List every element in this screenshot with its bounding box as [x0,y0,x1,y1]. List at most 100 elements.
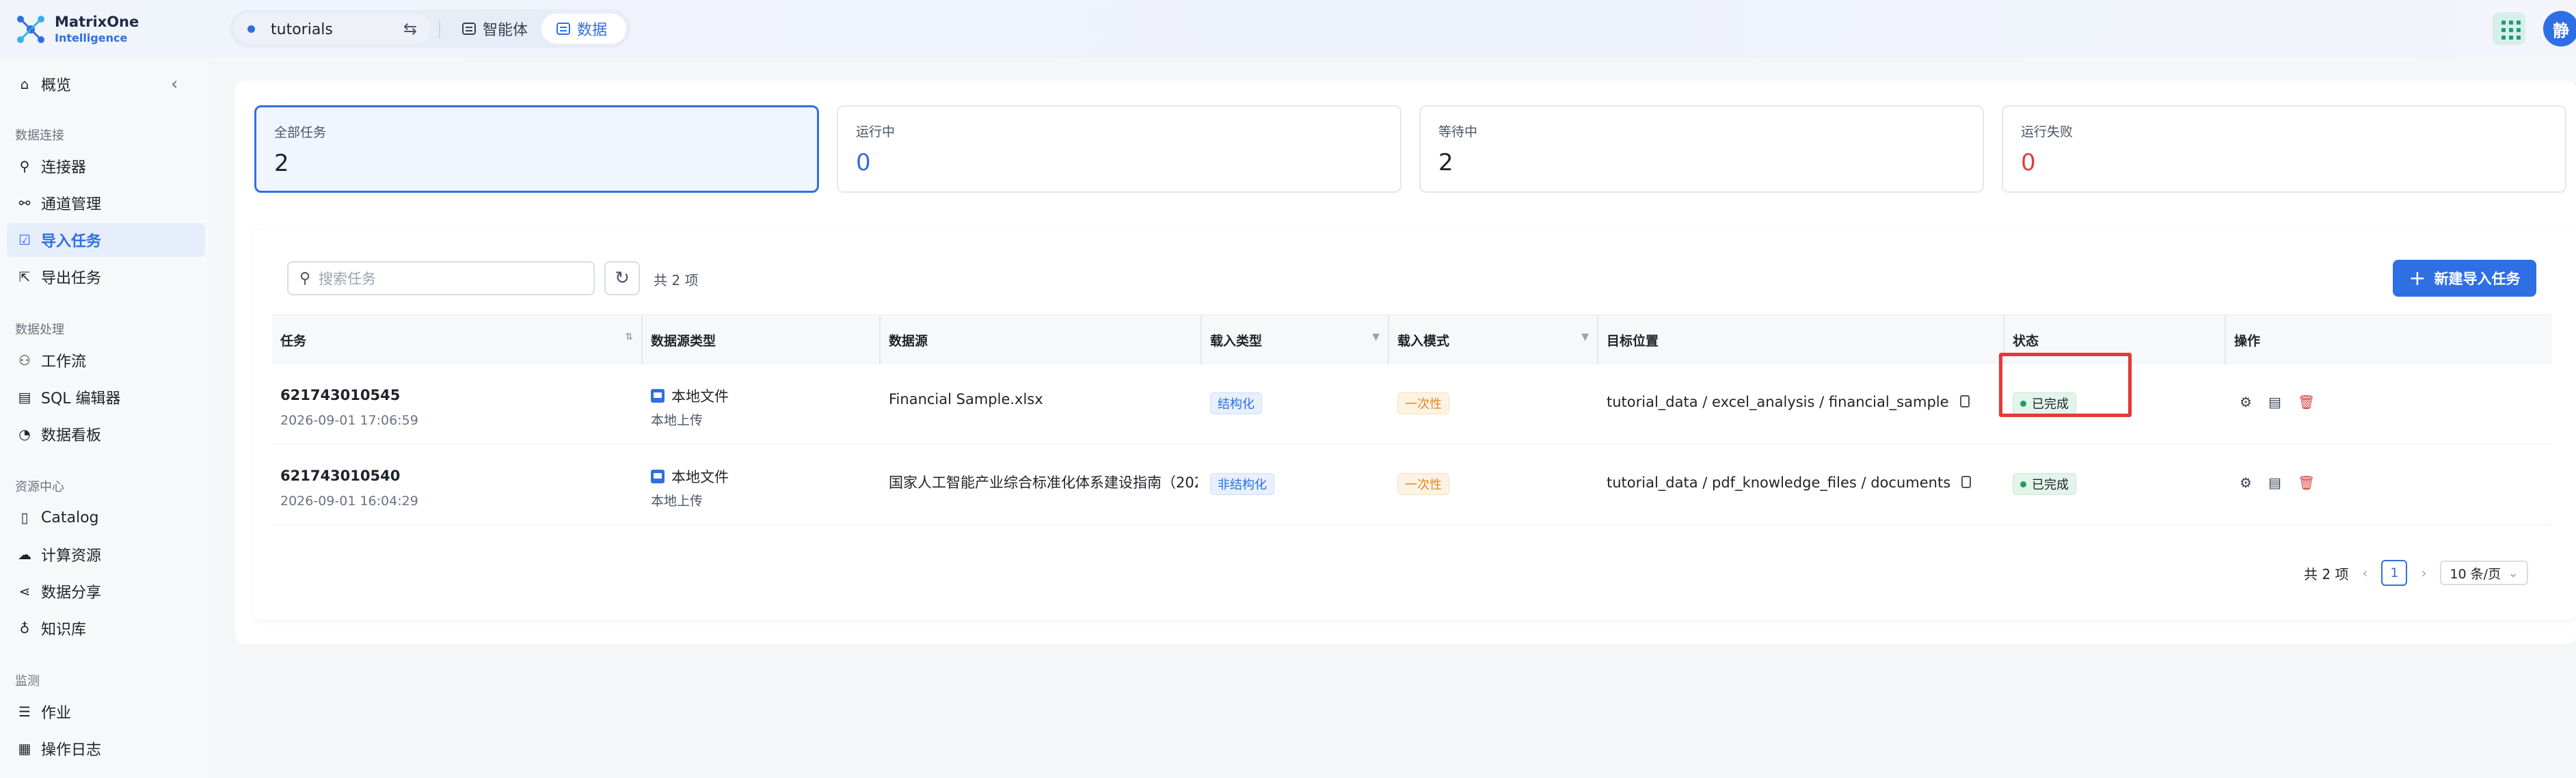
swap-icon[interactable]: ⇆ [403,19,417,38]
sidebar-item-export-tasks[interactable]: ⇱ 导出任务 [7,260,205,294]
source-subtype: 本地上传 [651,494,703,509]
source-type: 本地文件 [651,466,729,487]
sidebar-group-data-connect: 数据连接 [15,129,64,143]
column-header-label: 数据源 [889,333,928,349]
tab-agent-label: 智能体 [483,22,528,39]
sidebar-item-label: 计算资源 [41,548,102,565]
sidebar-item-workflow[interactable]: ⚇ 工作流 [7,343,205,377]
sidebar-item-operation-log[interactable]: ▦ 操作日志 [7,732,205,766]
sidebar-item-data-share[interactable]: ⋖ 数据分享 [7,574,205,608]
brand-subtitle: Intelligence [55,31,128,44]
source-type-label: 本地文件 [671,388,729,405]
stat-value: 2 [274,150,289,177]
new-import-task-label: 新建导入任务 [2434,271,2521,287]
document-icon[interactable]: ▤ [2268,394,2281,410]
document-icon[interactable]: ▤ [2268,474,2281,491]
sidebar-item-label: 概览 [41,77,72,94]
top-bar: MatrixOne Intelligence tutorials ⇆ 智能体 数… [0,0,2576,57]
stat-card-waiting[interactable]: 等待中 2 [1419,105,1984,193]
brand-name: MatrixOne [55,14,139,30]
apps-grid-icon[interactable] [2493,12,2525,45]
sidebar-item-label: 数据分享 [41,585,102,602]
column-header-label: 数据源类型 [651,333,716,349]
sidebar-item-dashboard[interactable]: ◔ 数据看板 [7,417,205,451]
search-icon: ⚲ [299,270,311,287]
search-input[interactable] [319,269,585,289]
stat-value: 0 [2021,149,2036,176]
total-count: 共 2 项 [654,272,699,289]
stat-label: 全部任务 [274,125,327,140]
column-header-source: 数据源 [881,315,1202,364]
next-page-icon[interactable]: › [2421,565,2426,581]
delete-trash-icon[interactable]: 🗑 [2298,474,2315,491]
task-id[interactable]: 621743010545 [280,387,400,403]
page-number-button[interactable]: 1 [2381,560,2408,586]
stat-label: 运行中 [856,124,896,139]
prev-page-icon[interactable]: ‹ [2362,565,2367,581]
task-id[interactable]: 621743010540 [280,468,400,484]
sidebar-item-connectors[interactable]: ⚲ 连接器 [7,149,205,183]
filter-icon[interactable]: ▼ [1581,332,1589,343]
page-size-select[interactable]: 10 条/页 ⌄ [2440,561,2528,585]
collapse-sidebar-icon[interactable]: ‹ [171,74,178,94]
nav-divider [439,21,440,38]
sort-icon[interactable]: ⇅ [625,332,633,343]
column-header-label: 载入类型 [1210,333,1263,349]
plus-icon: + [2409,266,2426,291]
target-path-text: tutorial_data / excel_analysis / financi… [1607,394,1949,410]
delete-trash-icon[interactable]: 🗑 [2298,394,2315,410]
stat-card-all-tasks[interactable]: 全部任务 2 [254,105,819,193]
table-header: 任务 ⇅ 数据源类型 数据源 载入类型 ▼ 载入模式 ▼ 目标位置 状态 操作 [272,314,2551,364]
table-row[interactable]: 621743010545 2026-09-01 17:06:59 本地文件 本地… [272,364,2551,444]
agent-icon [462,23,476,35]
column-header-load-mode[interactable]: 载入模式 ▼ [1389,315,1598,364]
row-actions: ⚙ ▤ 🗑 [2240,474,2315,491]
column-header-load-type[interactable]: 载入类型 ▼ [1202,315,1389,364]
sidebar-item-jobs[interactable]: ☰ 作业 [7,695,205,729]
search-box[interactable]: ⚲ [287,261,595,295]
column-header-task[interactable]: 任务 ⇅ [272,315,643,364]
settings-gear-icon[interactable]: ⚙ [2240,474,2252,491]
app-logo[interactable]: MatrixOne Intelligence [15,10,152,48]
column-header-label: 操作 [2234,333,2261,349]
sidebar-item-import-tasks[interactable]: ☑ 导入任务 [7,223,205,257]
stat-value: 0 [856,149,871,176]
settings-gear-icon[interactable]: ⚙ [2240,394,2252,410]
avatar[interactable]: 静 [2543,11,2576,46]
cell-task: 621743010540 2026-09-01 16:04:29 [272,444,643,525]
column-header-label: 任务 [280,333,307,349]
sidebar-item-knowledge-base[interactable]: ♁ 知识库 [7,611,205,645]
load-mode-tag: 一次性 [1397,473,1449,495]
cell-load-type: 结构化 [1202,364,1389,444]
target-path-text: tutorial_data / pdf_knowledge_files / do… [1607,474,1951,491]
sidebar-item-label: SQL 编辑器 [41,390,121,407]
dashboard-icon: ◔ [18,426,31,442]
cell-source-type: 本地文件 本地上传 [643,364,881,444]
sidebar-item-sql-editor[interactable]: ▤ SQL 编辑器 [7,380,205,414]
top-navigation: tutorials ⇆ 智能体 数据 [230,10,630,48]
copy-icon[interactable] [1959,395,1970,407]
sql-icon: ▤ [18,389,31,405]
stat-card-running[interactable]: 运行中 0 [837,105,1401,193]
new-import-task-button[interactable]: + 新建导入任务 [2393,260,2536,297]
main-panel: 全部任务 2 运行中 0 等待中 2 运行失败 0 ⚲ ↻ 共 2 项 + 新建… [235,81,2576,644]
stat-card-failed[interactable]: 运行失败 0 [2002,105,2566,193]
workspace-selector[interactable]: tutorials ⇆ [234,14,431,44]
tab-agent[interactable]: 智能体 [447,14,543,44]
highlight-box [1999,353,2132,417]
task-time: 2026-09-01 17:06:59 [280,413,418,428]
load-type-tag: 非结构化 [1210,473,1274,495]
status-text: 已完成 [2032,478,2069,492]
sidebar-item-label: 操作日志 [41,742,102,759]
refresh-button[interactable]: ↻ [604,261,640,295]
table-row[interactable]: 621743010540 2026-09-01 16:04:29 本地文件 本地… [272,444,2551,525]
sidebar-item-catalog[interactable]: ▯ Catalog [7,500,205,535]
sidebar-item-compute[interactable]: ☁ 计算资源 [7,537,205,572]
page-size-value: 10 条/页 [2450,566,2501,582]
data-icon [556,23,570,35]
tab-data[interactable]: 数据 [541,14,626,44]
copy-icon[interactable] [1961,476,1972,488]
sidebar-item-channels[interactable]: ⚯ 通道管理 [7,186,205,220]
sidebar-item-label: 知识库 [41,621,87,639]
filter-icon[interactable]: ▼ [1372,332,1380,343]
